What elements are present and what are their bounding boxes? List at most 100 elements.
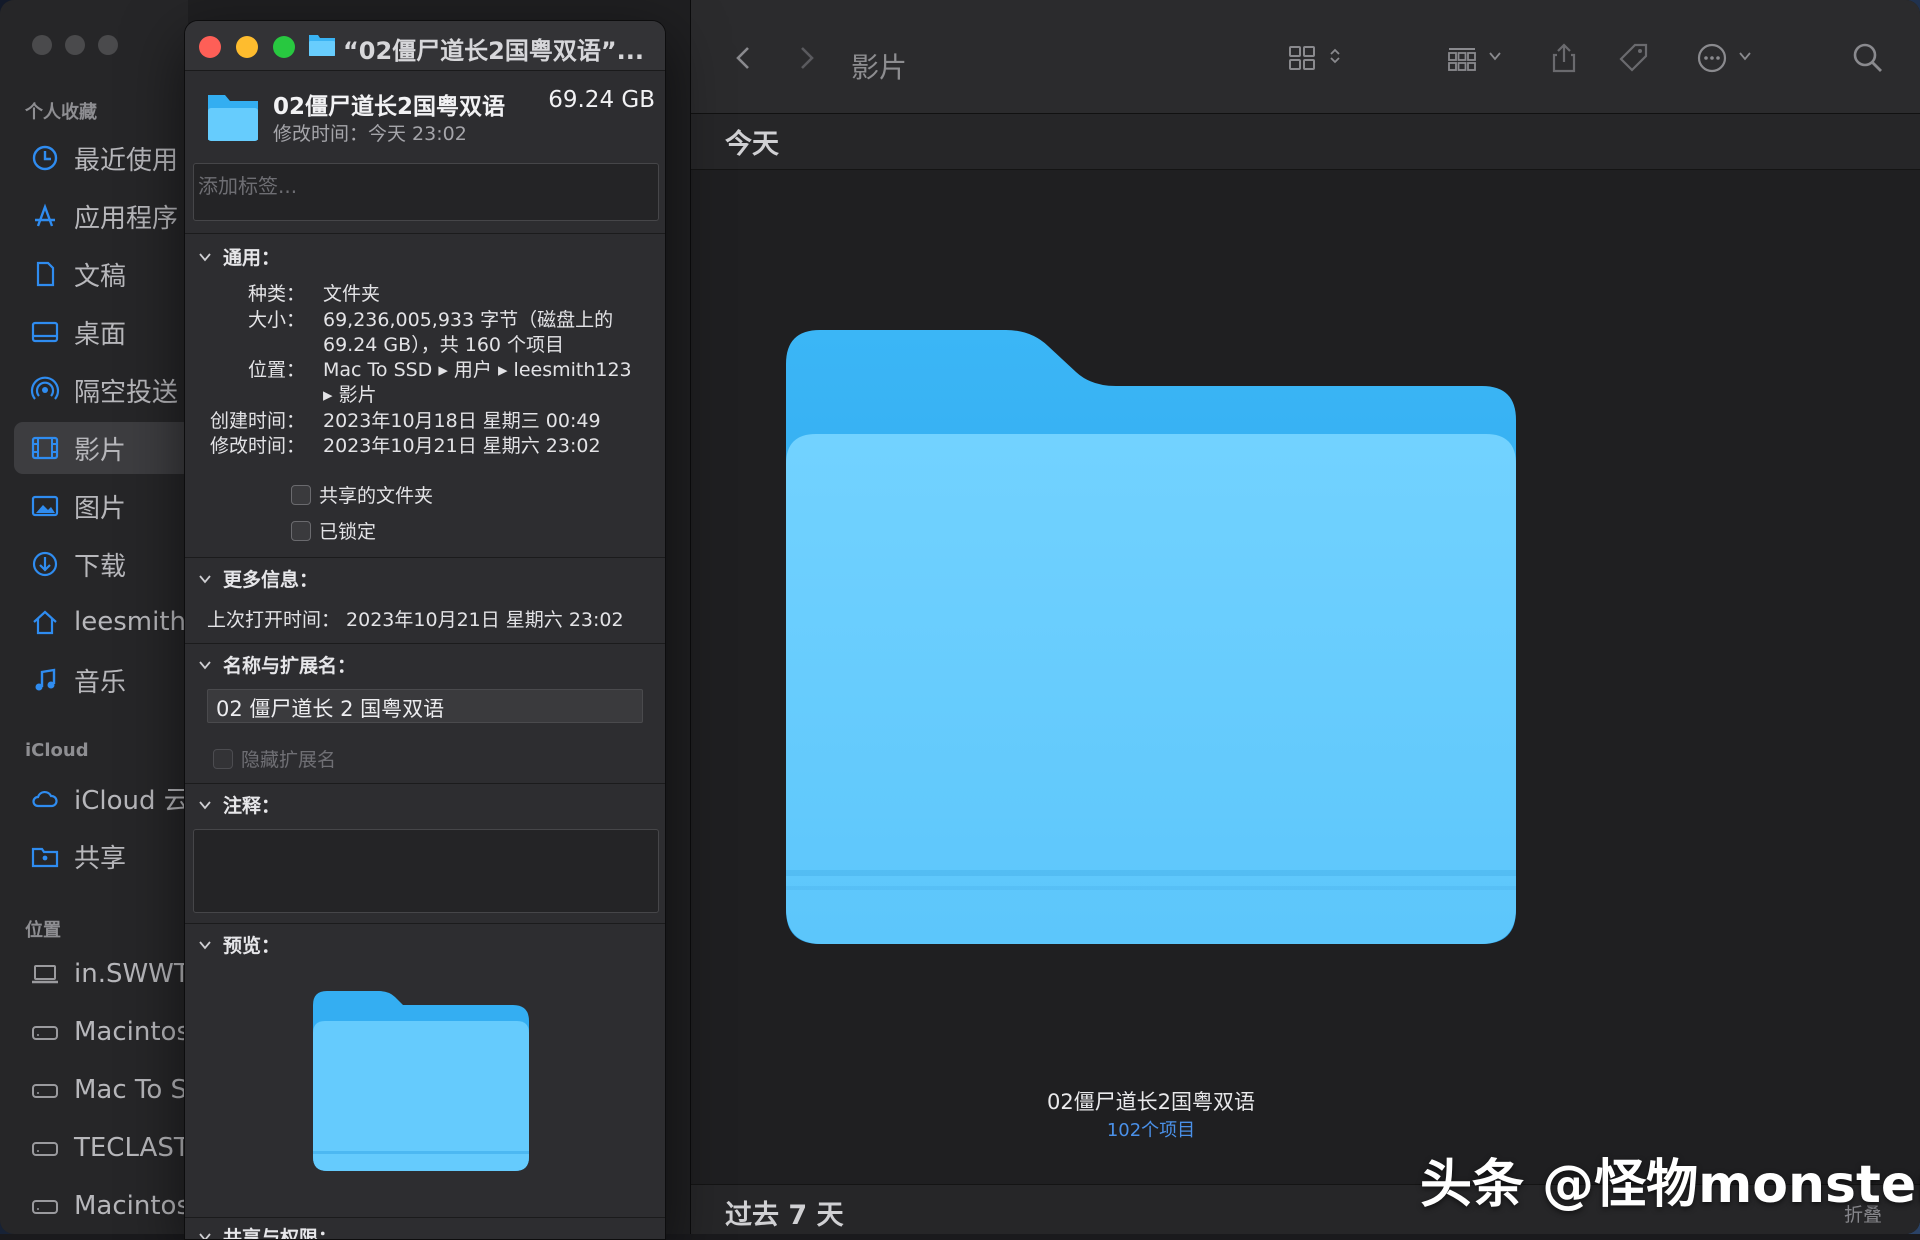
section-comments-heading: 注释：	[223, 791, 280, 818]
locked-label: 已锁定	[319, 517, 376, 544]
sidebar-item-label: Macintos	[74, 1017, 190, 1047]
zoom-button[interactable]	[98, 35, 118, 55]
chevron-right-icon	[789, 41, 823, 75]
name-input[interactable]: 02 僵尸道长 2 国粤双语	[207, 689, 643, 723]
where-value-line1: Mac To SSD ▸ 用户 ▸ leesmith123	[323, 355, 632, 382]
where-value-line2: ▸ 影片	[323, 380, 377, 407]
close-button[interactable]	[32, 35, 52, 55]
section-general-heading: 通用：	[223, 243, 280, 270]
section-name-ext-toggle[interactable]: 名称与扩展名：	[197, 651, 356, 678]
info-modified: 修改时间：今天 23:02	[273, 119, 467, 146]
sidebar-item-label: iCloud 云	[74, 780, 190, 817]
size-label: 大小：	[185, 305, 305, 332]
desktop-icon	[30, 317, 60, 347]
folder-icon[interactable]	[786, 330, 1516, 950]
section-more-info-toggle[interactable]: 更多信息：	[197, 565, 318, 592]
divider	[185, 233, 666, 234]
chevron-down-icon	[197, 797, 213, 813]
home-icon	[30, 607, 60, 637]
chevron-left-icon	[727, 41, 761, 75]
section-sharing-toggle[interactable]: 共享与权限：	[197, 1223, 337, 1240]
shared-folder-checkbox[interactable]: 共享的文件夹	[291, 481, 433, 508]
folder-icon	[205, 93, 261, 143]
shared-folder-label: 共享的文件夹	[319, 481, 433, 508]
cloud-icon	[30, 783, 60, 813]
sidebar-item-icloud-drive[interactable]: iCloud 云	[14, 772, 192, 824]
sidebar-item-downloads[interactable]: 下载	[14, 538, 192, 590]
sidebar-item-label: TECLAST	[74, 1133, 190, 1163]
sidebar-item-label: 隔空投送	[74, 372, 178, 409]
laptop-icon	[30, 959, 60, 989]
created-label: 创建时间：	[185, 406, 305, 433]
sidebar-item-location-4[interactable]: TECLAST	[14, 1122, 192, 1174]
grid-view-icon	[1285, 41, 1319, 75]
sidebar-item-recents[interactable]: 最近使用	[14, 132, 192, 184]
sidebar-item-airdrop[interactable]: 隔空投送	[14, 364, 192, 416]
sidebar-item-label: 影片	[74, 430, 126, 467]
zoom-button[interactable]	[273, 36, 295, 58]
created-value: 2023年10月18日 星期三 00:49	[323, 406, 601, 433]
sidebar-item-label: Macintos	[74, 1191, 190, 1221]
sidebar-item-home[interactable]: leesmith	[14, 596, 192, 648]
sidebar-item-label: 图片	[74, 488, 126, 525]
section-comments-toggle[interactable]: 注释：	[197, 791, 280, 818]
tag-icon	[1617, 41, 1651, 75]
apps-icon	[30, 201, 60, 231]
tags-input[interactable]: 添加标签...	[193, 163, 659, 221]
share-button[interactable]	[1547, 38, 1581, 78]
clock-icon	[30, 143, 60, 173]
sidebar-item-location-3[interactable]: Mac To S	[14, 1064, 192, 1116]
modified-value: 2023年10月21日 星期六 23:02	[323, 431, 601, 458]
chevron-down-icon	[1737, 48, 1753, 64]
sidebar-item-label: 桌面	[74, 314, 126, 351]
finder-content: 影片 今天	[690, 0, 1920, 1234]
sidebar-item-shared[interactable]: 共享	[14, 830, 192, 882]
sidebar-item-location-5[interactable]: Macintos	[14, 1180, 192, 1232]
tag-button[interactable]	[1617, 38, 1651, 78]
checkbox-box[interactable]	[291, 485, 311, 505]
group-button[interactable]	[1445, 38, 1503, 78]
more-actions-button[interactable]	[1695, 38, 1753, 78]
sidebar-item-applications[interactable]: 应用程序	[14, 190, 192, 242]
view-mode-button[interactable]	[1285, 38, 1343, 78]
sidebar-item-label: 应用程序	[74, 198, 178, 235]
sidebar-item-pictures[interactable]: 图片	[14, 480, 192, 532]
locked-checkbox[interactable]: 已锁定	[291, 517, 376, 544]
section-general-toggle[interactable]: 通用：	[197, 243, 280, 270]
sidebar-item-location-1[interactable]: in.SWWT	[14, 948, 192, 1000]
modified-label: 修改时间：	[185, 431, 305, 458]
drive-icon	[30, 1017, 60, 1047]
sidebar-item-music[interactable]: 音乐	[14, 654, 192, 706]
film-icon	[30, 433, 60, 463]
section-sharing-heading: 共享与权限：	[223, 1223, 337, 1240]
section-preview-toggle[interactable]: 预览：	[197, 931, 280, 958]
minimize-button[interactable]	[65, 35, 85, 55]
sidebar-item-desktop[interactable]: 桌面	[14, 306, 192, 358]
back-button[interactable]	[727, 38, 761, 78]
drive-icon	[30, 1133, 60, 1163]
section-today: 今天	[691, 114, 1920, 170]
chevron-down-icon	[197, 249, 213, 265]
hide-extension-checkbox[interactable]: 隐藏扩展名	[213, 745, 336, 772]
search-button[interactable]	[1851, 38, 1885, 78]
divider	[185, 643, 666, 644]
sidebar-item-label: 最近使用	[74, 140, 178, 177]
checkbox-box[interactable]	[291, 521, 311, 541]
airdrop-icon	[30, 375, 60, 405]
sidebar-item-label: 音乐	[74, 662, 126, 699]
sidebar-item-movies[interactable]: 影片	[14, 422, 192, 474]
sidebar-heading-locations: 位置	[25, 916, 61, 942]
minimize-button[interactable]	[236, 36, 258, 58]
checkbox-box[interactable]	[213, 749, 233, 769]
item-count: 102个项目	[691, 1116, 1611, 1142]
sidebar-item-label: 共享	[74, 838, 126, 875]
comments-textarea[interactable]	[193, 829, 659, 913]
item-name[interactable]: 02僵尸道长2国粤双语	[691, 1086, 1611, 1116]
forward-button[interactable]	[789, 38, 823, 78]
close-button[interactable]	[199, 36, 221, 58]
sidebar-item-documents[interactable]: 文稿	[14, 248, 192, 300]
download-icon	[30, 549, 60, 579]
info-titlebar: “02僵尸道长2国粤双语”...	[185, 21, 666, 71]
finder-toolbar: 影片	[691, 0, 1920, 114]
sidebar-item-location-2[interactable]: Macintos	[14, 1006, 192, 1058]
